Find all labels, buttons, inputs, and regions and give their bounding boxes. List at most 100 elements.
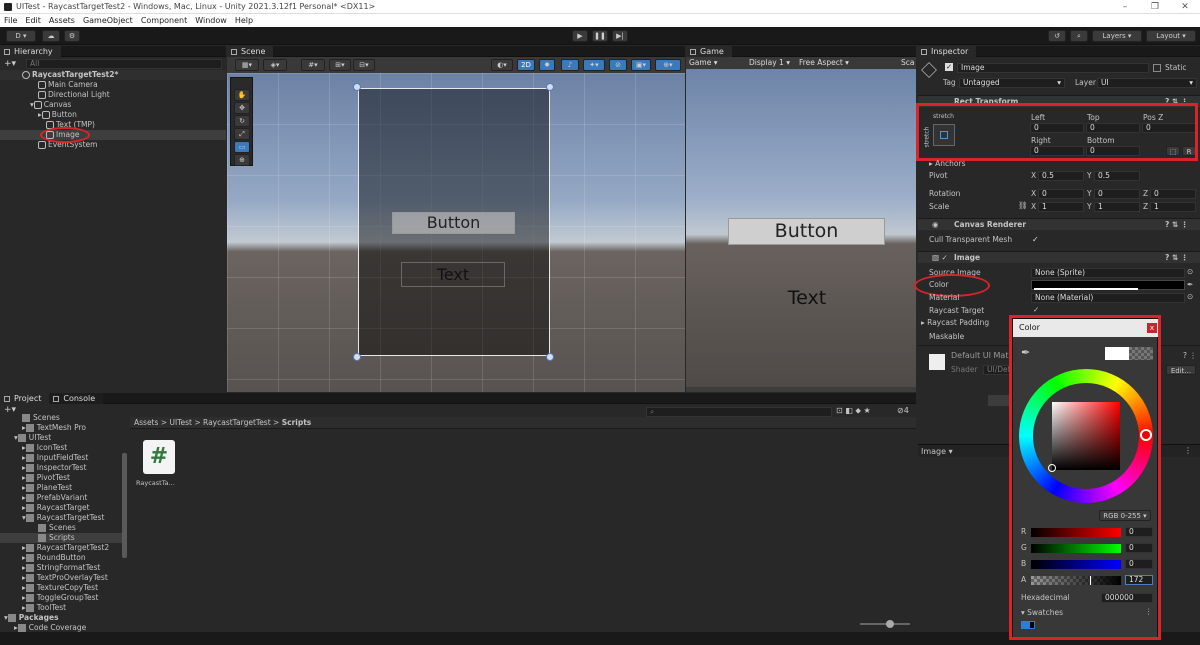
account-button[interactable]: D ▾: [6, 30, 36, 42]
anchor-handle-icon[interactable]: [546, 83, 554, 91]
tree-item-tooltest[interactable]: ▸ ToolTest: [22, 603, 66, 613]
menu-gameobject[interactable]: GameObject: [83, 16, 133, 25]
breadcrumb-scripts[interactable]: Scripts: [282, 418, 312, 427]
tree-item-scenes-top[interactable]: Scenes: [22, 414, 60, 423]
material-menu-icons[interactable]: ? ⋮: [1183, 351, 1197, 361]
layout-dropdown[interactable]: Layout ▾: [1146, 30, 1196, 42]
lighting-icon[interactable]: ✹: [539, 59, 555, 71]
scale-y-field[interactable]: 1: [1094, 202, 1140, 212]
tab-game[interactable]: Game: [686, 46, 732, 57]
collab-icon[interactable]: ⚙: [64, 30, 80, 42]
tab-hierarchy[interactable]: Hierarchy: [0, 46, 61, 57]
aspect-dropdown[interactable]: Free Aspect ▾: [799, 57, 849, 69]
hierarchy-search-input[interactable]: All: [26, 59, 222, 69]
hidden-count[interactable]: ⊘4: [897, 406, 909, 415]
tree-item-codecoverage[interactable]: ▸ Code Coverage: [14, 623, 86, 632]
shader-edit-button[interactable]: Edit...: [1166, 365, 1196, 375]
tab-project[interactable]: Project: [0, 393, 50, 404]
scale-z-field[interactable]: 1: [1150, 202, 1196, 212]
tree-item-texturecopytest[interactable]: ▸ TextureCopyTest: [22, 583, 98, 593]
object-picker-icon[interactable]: ⊙: [1187, 267, 1193, 277]
color-field[interactable]: [1031, 280, 1185, 290]
tree-item-pivottest[interactable]: ▸ PivotTest: [22, 473, 70, 483]
zoom-slider[interactable]: [860, 623, 910, 625]
tree-item-raycasttargettest2[interactable]: ▸ RaycastTargetTest2: [22, 543, 109, 553]
filter-icons[interactable]: ⊡ ◧ ⬥ ★: [836, 406, 871, 416]
hierarchy-item-main-camera[interactable]: Main Camera: [38, 80, 98, 90]
hierarchy-item-directional-light[interactable]: Directional Light: [38, 90, 110, 100]
tree-item-inspectortest[interactable]: ▸ InspectorTest: [22, 463, 87, 473]
tree-item-scenes[interactable]: Scenes: [38, 523, 76, 533]
add-icon[interactable]: +▾: [4, 59, 16, 69]
component-menu-icons[interactable]: ? ⇅ ⋮: [1165, 252, 1188, 264]
tree-item-textmeshpro[interactable]: ▸ TextMesh Pro: [22, 423, 86, 433]
eyedropper-icon[interactable]: ✒: [1187, 280, 1193, 290]
tree-item-togglegrouptest[interactable]: ▸ ToggleGroupTest: [22, 593, 98, 603]
project-search-input[interactable]: ⌕: [646, 407, 832, 417]
hierarchy-scene-row[interactable]: RaycastTargetTest2*: [0, 70, 226, 80]
canvas-renderer-header[interactable]: Canvas Renderer ◉ ? ⇅ ⋮: [918, 218, 1200, 230]
tree-item-prefabvariant[interactable]: ▸ PrefabVariant: [22, 493, 87, 503]
component-menu-icons[interactable]: ? ⇅ ⋮: [1165, 219, 1188, 231]
close-window-icon[interactable]: ✕: [1170, 0, 1200, 14]
tree-item-raycasttargettest[interactable]: ▾ RaycastTargetTest: [22, 513, 104, 523]
menu-assets[interactable]: Assets: [49, 16, 75, 25]
scene-button[interactable]: Button: [392, 212, 515, 234]
scene-text[interactable]: Text: [401, 262, 505, 287]
game-viewport[interactable]: Button Text: [686, 69, 916, 387]
rect-tool-icon[interactable]: ▭: [234, 141, 250, 153]
history-icon[interactable]: ↺: [1048, 30, 1066, 42]
rotation-z-field[interactable]: 0: [1150, 189, 1196, 199]
anchor-handle-icon[interactable]: [353, 353, 361, 361]
snap-icon[interactable]: ⊞▾: [329, 59, 351, 71]
audio-icon[interactable]: ♪: [561, 59, 579, 71]
tree-item-packages[interactable]: ▾ Packages: [4, 613, 59, 623]
anchor-handle-icon[interactable]: [546, 353, 554, 361]
camera-icon[interactable]: ▣▾: [631, 59, 651, 71]
tree-item-textprooverlaytest[interactable]: ▸ TextProOverlayTest: [22, 573, 108, 583]
gizmos-icon[interactable]: ⊕▾: [655, 59, 681, 71]
image-component-header[interactable]: Image ▧ ✓ ? ⇅ ⋮: [918, 251, 1200, 263]
object-picker-icon[interactable]: ⊙: [1187, 292, 1193, 302]
hierarchy-item-image[interactable]: Image: [0, 130, 226, 140]
tree-item-planetest[interactable]: ▸ PlaneTest: [22, 483, 72, 493]
step-icon[interactable]: ▶|: [612, 30, 628, 42]
hand-tool-icon[interactable]: ✋: [234, 89, 250, 101]
rotate-tool-icon[interactable]: ↻: [234, 115, 250, 127]
csharp-script-icon[interactable]: #: [143, 440, 175, 474]
move-tool-icon[interactable]: ✥: [234, 102, 250, 114]
cloud-icon[interactable]: ☁: [42, 30, 60, 42]
play-icon[interactable]: ▶: [572, 30, 588, 42]
draw-mode-icon[interactable]: ▦▾: [235, 59, 259, 71]
static-checkbox[interactable]: [1153, 64, 1161, 72]
object-name-input[interactable]: Image: [957, 63, 1149, 73]
anchor-handle-icon[interactable]: [353, 83, 361, 91]
effects-icon[interactable]: ✦▾: [583, 59, 605, 71]
layer-dropdown[interactable]: UI ▾: [1097, 78, 1197, 88]
breadcrumb-uitest[interactable]: UITest: [169, 418, 191, 427]
menu-edit[interactable]: Edit: [25, 16, 41, 25]
tree-item-icontest[interactable]: ▸ IconTest: [22, 443, 67, 453]
material-field[interactable]: None (Material): [1031, 293, 1185, 303]
hierarchy-item-canvas[interactable]: ▾ Canvas: [30, 100, 71, 110]
pause-icon[interactable]: ❚❚: [592, 30, 608, 42]
hierarchy-item-button[interactable]: ▸ Button: [38, 110, 77, 120]
pivot-y-field[interactable]: 0.5: [1094, 171, 1140, 181]
rotation-x-field[interactable]: 0: [1038, 189, 1084, 199]
constrain-link-icon[interactable]: ⛓: [1018, 201, 1028, 211]
scene-viewport[interactable]: Button Text: [227, 73, 685, 392]
tree-item-roundbutton[interactable]: ▸ RoundButton: [22, 553, 86, 563]
tab-scene[interactable]: Scene: [227, 46, 274, 57]
tab-inspector[interactable]: Inspector: [917, 46, 977, 57]
search-icon[interactable]: ⌕: [1070, 30, 1088, 42]
render-icon[interactable]: ◈▾: [263, 59, 287, 71]
tab-console[interactable]: Console: [49, 393, 104, 404]
breadcrumb-raycasttargettest[interactable]: RaycastTargetTest: [203, 418, 271, 427]
tree-item-stringformattest[interactable]: ▸ StringFormatTest: [22, 563, 100, 573]
rotation-y-field[interactable]: 0: [1094, 189, 1140, 199]
hidden-objects-icon[interactable]: ⊘: [609, 59, 627, 71]
breadcrumb-assets[interactable]: Assets: [134, 418, 158, 427]
raycast-padding-foldout[interactable]: ▸ Raycast Padding: [921, 318, 989, 328]
layers-dropdown[interactable]: Layers ▾: [1092, 30, 1142, 42]
grid-icon[interactable]: #▾: [301, 59, 325, 71]
